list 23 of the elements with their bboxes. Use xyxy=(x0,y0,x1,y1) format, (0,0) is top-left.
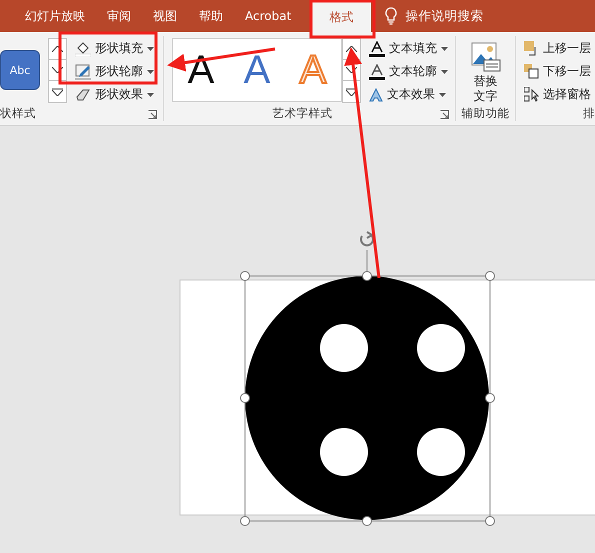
group-label: 排 xyxy=(583,105,595,121)
group-label: 辅助功能 xyxy=(462,105,510,121)
ribbon-tab[interactable]: Acrobat xyxy=(234,0,302,32)
group-label: 艺术字样式 xyxy=(272,105,332,121)
alt-text-button[interactable]: 替换文字 xyxy=(464,42,506,104)
ribbon-tab[interactable]: 帮助 xyxy=(188,0,234,32)
shape-format-button[interactable]: 形状效果 xyxy=(73,84,156,105)
ribbon-tab[interactable]: 审阅 xyxy=(96,0,142,32)
group-label: 状样式 xyxy=(0,105,36,121)
shape-style-swatch[interactable]: Abc xyxy=(0,50,40,90)
ribbon-tab[interactable]: 格式 xyxy=(311,2,372,32)
shape-format-button[interactable]: 形状轮廓 xyxy=(73,61,156,82)
text-format-button[interactable]: 文本效果 xyxy=(367,84,450,105)
tell-me-search[interactable]: 操作说明搜索 xyxy=(405,8,484,24)
arrange-button[interactable]: 上移一层 xyxy=(522,38,593,59)
text-format-button[interactable]: 文本轮廓 xyxy=(367,61,450,82)
text-format-button[interactable]: 文本填充 xyxy=(367,38,450,59)
arrange-button[interactable]: 选择窗格 xyxy=(522,84,593,105)
shape-format-button[interactable]: 形状填充 xyxy=(73,38,156,59)
ribbon-tab[interactable]: 幻灯片放映 xyxy=(14,0,96,32)
ribbon-tab[interactable]: 视图 xyxy=(142,0,188,32)
wordart-style[interactable]: A xyxy=(244,50,270,90)
arrange-button[interactable]: 下移一层 xyxy=(522,61,593,82)
